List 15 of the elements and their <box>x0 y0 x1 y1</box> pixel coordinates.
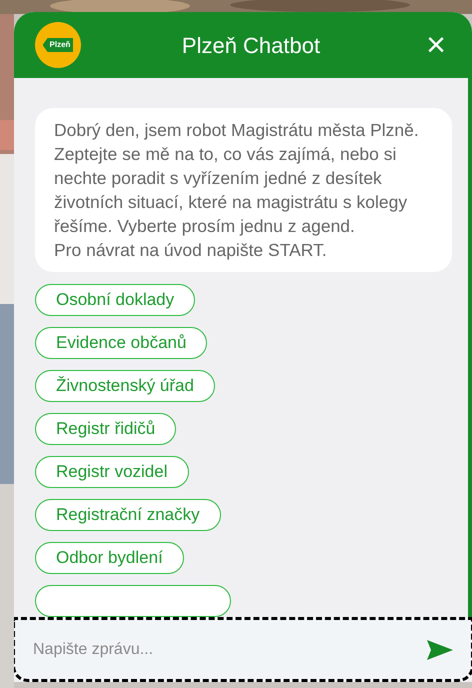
message-input[interactable]: Napište zprávu... <box>33 638 427 662</box>
message-field[interactable]: Napište zprávu... <box>14 617 472 682</box>
chat-title: Plzeň Chatbot <box>180 32 322 60</box>
option-button[interactable] <box>35 585 231 617</box>
option-button[interactable]: Osobní doklady <box>35 284 196 316</box>
close-button[interactable]: × <box>421 30 451 60</box>
send-icon[interactable] <box>427 640 453 660</box>
option-button[interactable]: Odbor bydlení <box>35 542 184 574</box>
bot-message: Dobrý den, jsem robot Magistrátu města Plzně. Zeptejte se mě na to, co vás zajímá, nebo si nechte poradit s vyřízením jedné z desítek životních situací, které na magistrátu s kolegy řešíme. Vyberte prosím jednu z agend. Pro návrat na úvod napište START. <box>35 108 452 272</box>
option-button[interactable]: Živnostenský úřad <box>35 370 215 402</box>
option-button[interactable]: Registrační značky <box>35 499 221 531</box>
option-button[interactable]: Evidence občanů <box>35 327 208 359</box>
logo-icon: Plzeň <box>35 22 81 68</box>
option-button[interactable]: Registr řidičů <box>35 413 176 445</box>
option-button[interactable]: Registr vozidel <box>35 456 188 488</box>
